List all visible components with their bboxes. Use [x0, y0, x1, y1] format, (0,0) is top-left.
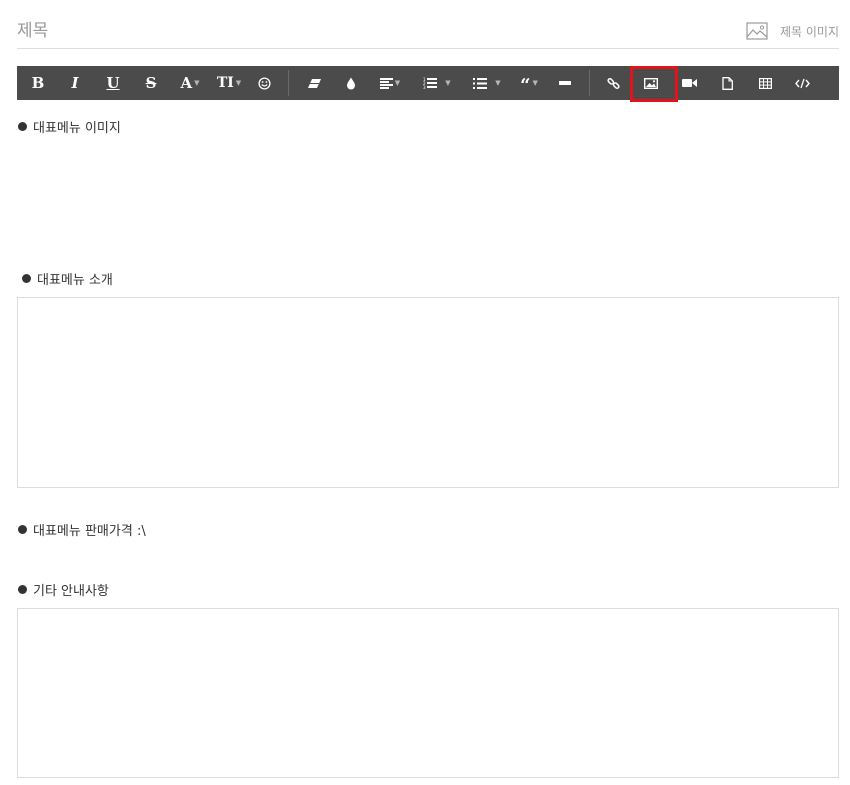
toolbar-divider	[589, 70, 590, 96]
bold-label: B	[31, 74, 45, 92]
strikethrough-label: S	[145, 74, 157, 92]
emoticon-button[interactable]	[252, 66, 276, 100]
align-icon	[379, 77, 393, 89]
menu-image-heading: 대표메뉴 이미지	[18, 117, 121, 136]
bold-button[interactable]: B	[25, 66, 51, 100]
menu-intro-textarea[interactable]	[17, 297, 839, 488]
video-icon	[681, 79, 697, 87]
font-color-label: A	[180, 74, 193, 92]
unordered-list-icon	[473, 77, 488, 89]
align-button[interactable]: ▼	[375, 66, 405, 100]
underline-button[interactable]: U	[100, 66, 126, 100]
title-image-button[interactable]: 제목 이미지	[746, 20, 839, 42]
menu-price-label: 대표메뉴 판매가격 :\	[33, 524, 146, 539]
eraser-button[interactable]	[301, 66, 327, 100]
link-button[interactable]	[601, 66, 625, 100]
smile-icon	[257, 76, 271, 90]
table-icon	[758, 77, 772, 89]
drop-icon	[347, 77, 355, 89]
image-icon	[644, 77, 658, 89]
menu-image-label: 대표메뉴 이미지	[33, 121, 121, 136]
chevron-down-icon: ▼	[532, 79, 538, 87]
ordered-list-button[interactable]: 1 2 3 ▼	[417, 66, 457, 100]
background-color-button[interactable]	[339, 66, 363, 100]
italic-button[interactable]: I	[62, 66, 88, 100]
underline-label: U	[106, 74, 120, 92]
menu-intro-label: 대표메뉴 소개	[37, 273, 113, 288]
bullet-icon	[18, 585, 27, 594]
table-button[interactable]	[752, 66, 778, 100]
title-image-label: 제목 이미지	[779, 24, 839, 39]
link-icon	[606, 77, 620, 89]
code-button[interactable]	[789, 66, 815, 100]
unordered-list-button[interactable]: ▼	[467, 66, 507, 100]
chevron-down-icon: ▼	[445, 79, 451, 87]
menu-price-heading: 대표메뉴 판매가격 :\	[18, 520, 146, 539]
quote-button[interactable]: “ ▼	[513, 66, 545, 100]
file-icon	[721, 76, 733, 90]
quote-icon: “	[520, 75, 531, 96]
chevron-down-icon: ▼	[194, 79, 200, 87]
picture-icon	[746, 22, 768, 40]
chevron-down-icon: ▼	[394, 79, 401, 87]
bullet-icon	[18, 122, 27, 131]
chevron-down-icon: ▼	[495, 79, 501, 87]
font-size-button[interactable]: TI ▼	[213, 66, 245, 100]
file-button[interactable]	[714, 66, 740, 100]
chevron-down-icon: ▼	[235, 79, 242, 87]
menu-intro-heading: 대표메뉴 소개	[22, 269, 113, 288]
bullet-icon	[22, 274, 31, 283]
editor-toolbar: B I U S A ▼ TI ▼ ▼ 1 2 3 ▼ ▼ “ ▼	[17, 66, 839, 102]
font-color-button[interactable]: A ▼	[175, 66, 205, 100]
toolbar-divider	[288, 70, 289, 96]
other-info-heading: 기타 안내사항	[18, 580, 109, 599]
image-button[interactable]	[638, 66, 664, 100]
font-size-label: TI	[216, 75, 234, 91]
ordered-list-icon: 1 2 3	[423, 77, 438, 89]
eraser-icon	[307, 78, 321, 88]
hr-icon	[559, 81, 571, 85]
title-row: 제목 이미지	[17, 0, 839, 49]
svg-text:3: 3	[423, 85, 426, 89]
italic-label: I	[71, 74, 79, 92]
horizontal-rule-button[interactable]	[554, 66, 576, 100]
other-info-label: 기타 안내사항	[33, 584, 109, 599]
strikethrough-button[interactable]: S	[138, 66, 164, 100]
title-input[interactable]	[17, 18, 617, 44]
code-icon	[794, 78, 810, 88]
video-button[interactable]	[676, 66, 702, 100]
other-info-textarea[interactable]	[17, 608, 839, 778]
bullet-icon	[18, 525, 27, 534]
